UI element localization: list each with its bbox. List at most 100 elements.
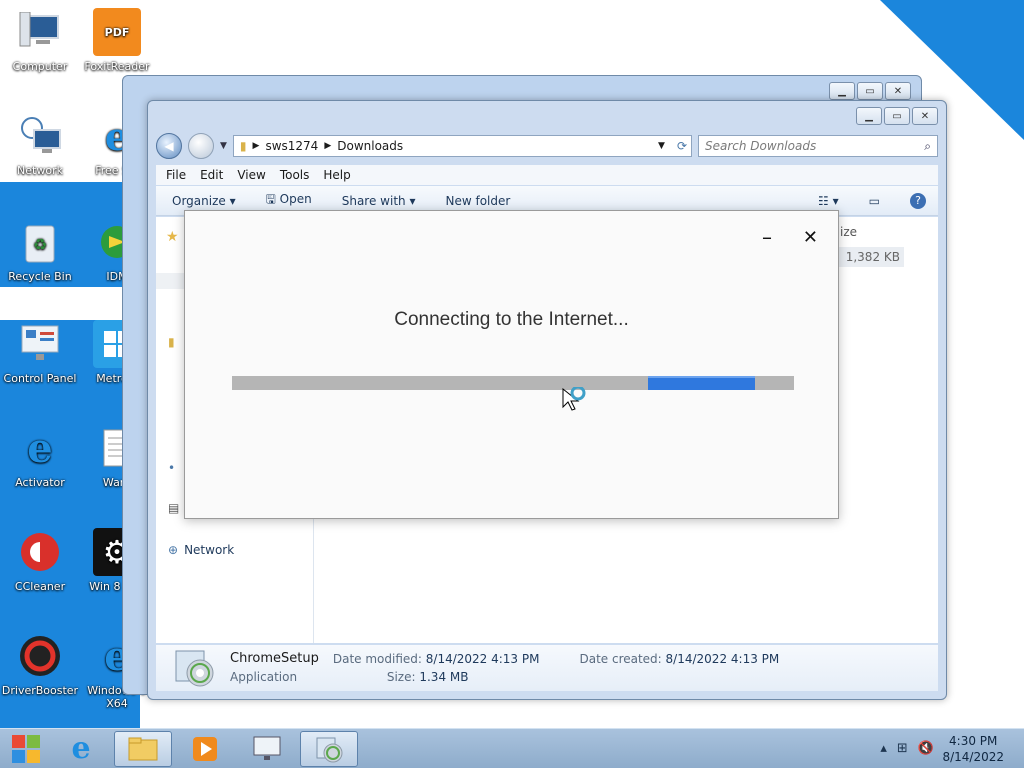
size-column-header[interactable]: ize [840,225,857,239]
maximize-button[interactable]: ▭ [857,82,883,100]
file-type: Application [230,670,298,684]
new-folder-button[interactable]: New folder [445,194,510,208]
date-created-label: Date created: [579,652,662,666]
desktop: Computer PDF FoxitReader Network e Free … [0,0,1024,728]
menu-edit[interactable]: Edit [200,168,223,182]
clock-time: 4:30 PM [949,734,998,748]
breadcrumb-item[interactable]: sws1274 [265,139,318,153]
taskbar: e ▴ ⊞ 🔇 4:30 PM 8/14/2022 [0,728,1024,768]
installer-icon [316,737,343,762]
desktop-icon-control-panel[interactable]: Control Panel [0,320,80,385]
date-created-value: 8/14/2022 4:13 PM [665,652,780,666]
details-pane: ChromeSetup Application Date modified: 8… [156,645,938,691]
breadcrumb-item[interactable]: Downloads [337,139,403,153]
address-bar[interactable]: ▮ ▶ sws1274 ▶ Downloads ▼ ⟳ [232,135,692,157]
open-button[interactable]: 🖫 Open [266,190,312,211]
ie-icon: e [27,424,53,472]
taskbar-file-explorer[interactable] [114,730,172,767]
taskbar-internet-explorer[interactable]: e [52,731,110,767]
desktop-icon-recycle-bin[interactable]: ♻ Recycle Bin [0,218,80,283]
system-tray: ▴ ⊞ 🔇 [880,741,934,756]
pdf-icon: PDF [93,8,141,56]
homegroup-icon[interactable]: • [168,461,175,475]
menu-bar: File Edit View Tools Help [156,165,938,185]
recent-pages-icon[interactable]: ▼ [220,141,227,151]
minimize-button[interactable]: ▁ [856,107,882,125]
taskbar-remote-desktop[interactable] [238,731,296,767]
desktop-icon-activator[interactable]: e Activator [0,424,80,490]
driverbooster-icon [16,632,64,680]
library-icon[interactable]: ▮ [168,335,175,349]
nav-item-network[interactable]: ⊕ Network [168,543,234,557]
dialog-minimize-button[interactable]: – [762,225,772,249]
computer-small-icon[interactable]: ▤ [168,501,179,515]
start-button[interactable] [4,731,48,767]
svg-text:♻: ♻ [33,235,47,254]
size-value: 1.34 MB [419,670,469,684]
recycle-bin-icon: ♻ [16,218,64,266]
forward-button[interactable] [188,133,214,159]
folder-icon [128,737,158,760]
taskbar-media-player[interactable] [176,731,234,767]
ccleaner-icon [16,528,64,576]
network-small-icon: ⊕ [168,543,179,557]
date-modified-label: Date modified: [332,652,422,666]
favorites-star-icon[interactable]: ★ [166,229,179,245]
file-dates: Date modified: 8/14/2022 4:13 PM Size: 1… [333,650,540,686]
preview-pane-icon[interactable]: ▭ [869,194,880,208]
search-icon: ⌕ [924,138,931,153]
chevron-right-icon: ▶ [324,141,332,151]
minimize-button[interactable]: ▁ [829,82,855,100]
progress-bar [232,376,794,390]
open-icon: 🖫 [265,192,276,206]
close-button[interactable]: ✕ [912,107,938,125]
file-name: ChromeSetup [230,651,319,666]
monitor-icon [253,736,281,760]
back-button[interactable]: ◀ [156,133,182,159]
file-created: Date created: 8/14/2022 4:13 PM [579,650,779,668]
desktop-icon-network[interactable]: Network [0,112,80,177]
desktop-icon-computer[interactable]: Computer [0,8,80,73]
desktop-icon-ccleaner[interactable]: CCleaner [0,528,80,593]
menu-help[interactable]: Help [323,168,350,182]
help-icon[interactable]: ? [910,192,926,209]
refresh-icon[interactable]: ⟳ [677,139,687,153]
media-player-icon [193,736,217,761]
show-hidden-icons-icon[interactable]: ▴ [880,741,887,756]
dialog-title: Connecting to the Internet... [394,309,629,330]
taskbar-chrome-setup[interactable] [300,730,358,767]
menu-tools[interactable]: Tools [280,168,310,182]
maximize-button[interactable]: ▭ [884,107,910,125]
network-icon [16,112,64,160]
progress-bar-fill [647,376,755,390]
dialog-close-button[interactable]: ✕ [803,227,818,248]
network-tray-icon[interactable]: ⊞ [897,741,908,756]
windows-start-icon [12,734,40,763]
desktop-icon-foxitreader[interactable]: PDF FoxitReader [77,8,157,73]
chevron-right-icon: ▶ [252,141,260,151]
clock-date: 8/14/2022 [942,750,1004,764]
computer-icon [16,8,64,56]
search-input[interactable]: Search Downloads ⌕ [698,135,938,157]
share-with-button[interactable]: Share with ▾ [342,194,416,208]
menu-file[interactable]: File [166,168,186,182]
file-name-block: ChromeSetup Application [230,650,319,686]
close-button[interactable]: ✕ [885,82,911,100]
clock[interactable]: 4:30 PM 8/14/2022 [942,733,1004,765]
address-row: ◀ ▼ ▮ ▶ sws1274 ▶ Downloads ▼ ⟳ Search D… [156,133,938,159]
window-controls: ▁ ▭ ✕ [856,107,938,125]
organize-button[interactable]: Organize ▾ [172,194,236,208]
control-panel-icon [16,320,64,368]
file-size-cell: 1,382 KB [832,247,904,267]
menu-view[interactable]: View [237,168,265,182]
ie-icon: e [71,731,91,766]
size-label: Size: [386,670,416,684]
chevron-down-icon[interactable]: ▼ [658,141,665,151]
window-controls-back: ▁ ▭ ✕ [829,82,911,100]
connecting-dialog: – ✕ Connecting to the Internet... [184,210,839,519]
volume-muted-icon[interactable]: 🔇 [918,741,934,756]
date-modified-value: 8/14/2022 4:13 PM [425,652,540,666]
view-options-icon[interactable]: ☷ ▾ [818,194,839,208]
desktop-icon-driverbooster[interactable]: DriverBooster [0,632,80,697]
folder-icon: ▮ [239,139,247,153]
